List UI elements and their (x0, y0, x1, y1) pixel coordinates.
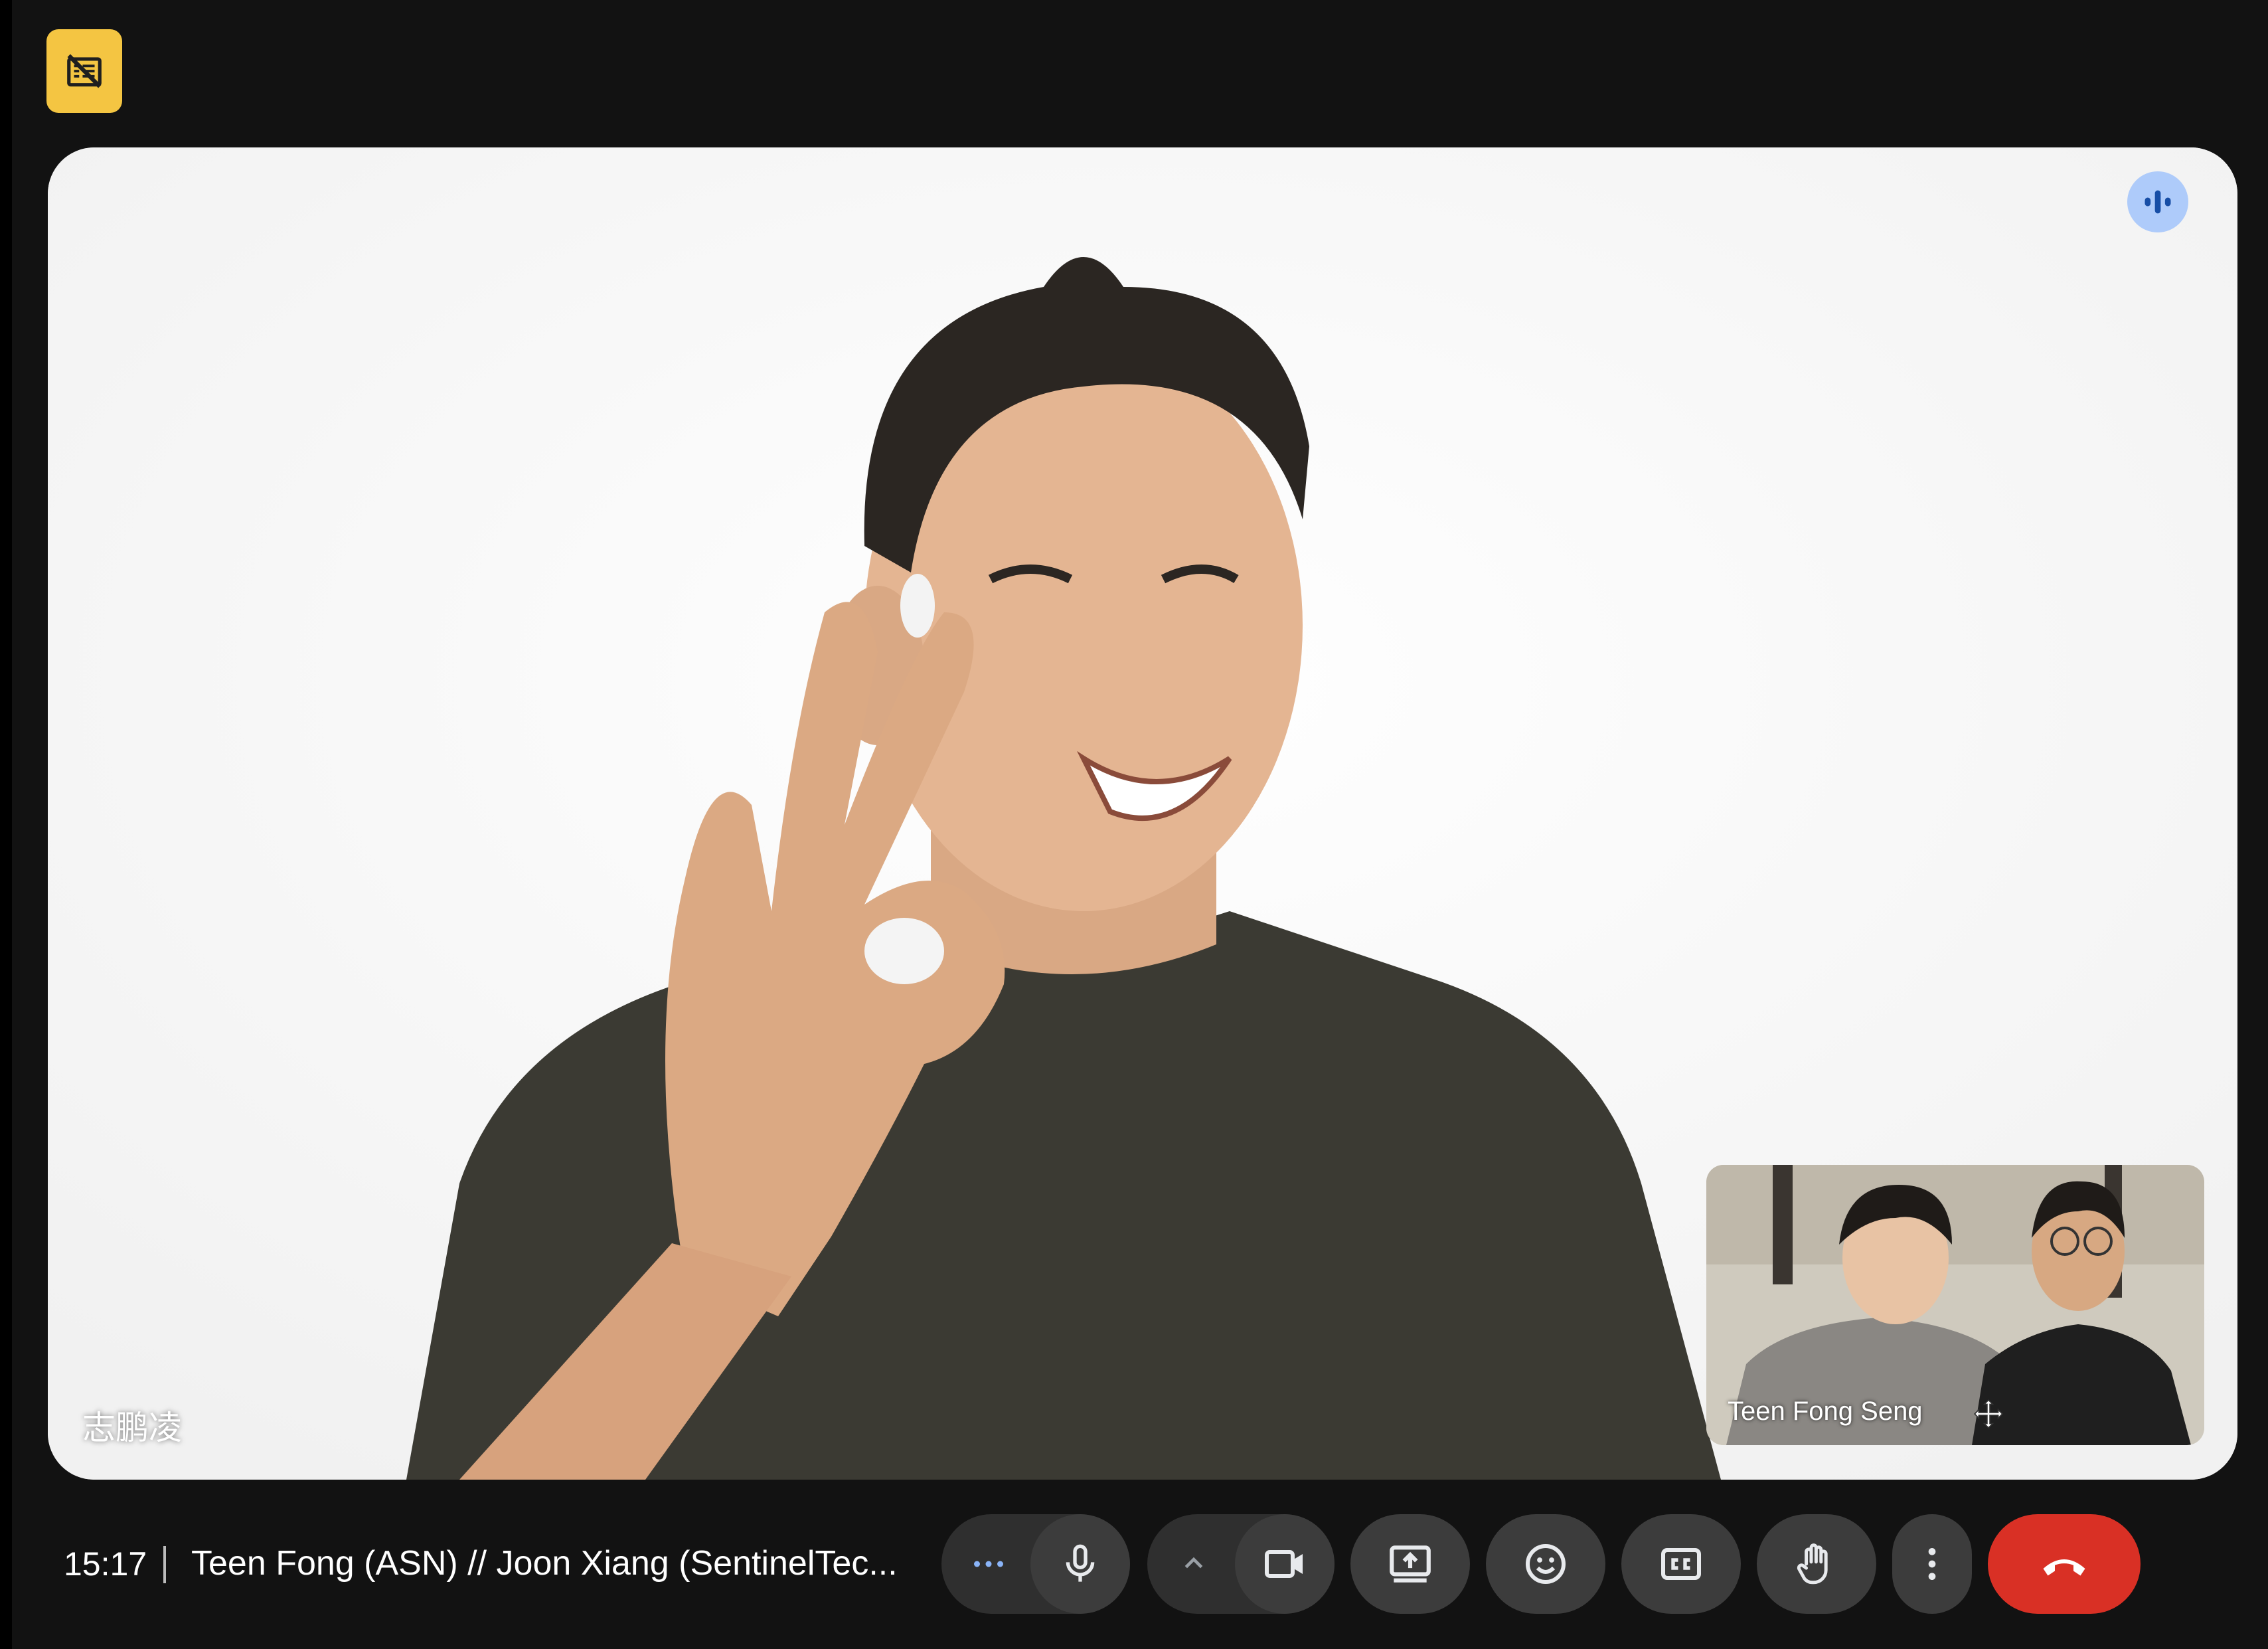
call-controls-bar: 15:17 Teen Fong (ASN) // Joon Xiang (Sen… (0, 1480, 2268, 1649)
meeting-title: Teen Fong (ASN) // Joon Xiang (SentinelT… (191, 1544, 898, 1583)
vertical-dots-icon (1928, 1548, 1936, 1580)
camera-button[interactable] (1235, 1514, 1335, 1614)
emoji-icon (1526, 1544, 1566, 1584)
end-call-icon (2043, 1559, 2085, 1576)
self-view-tile[interactable]: Teen Fong Seng (1706, 1165, 2204, 1445)
captions-button[interactable] (1621, 1514, 1741, 1614)
video-camera-icon (1265, 1550, 1303, 1578)
mic-icon (1066, 1544, 1095, 1582)
leave-call-button[interactable] (1988, 1514, 2141, 1614)
microphone-button[interactable] (1030, 1514, 1130, 1614)
present-screen-icon (1390, 1545, 1431, 1583)
ellipsis-icon (974, 1561, 1003, 1567)
audio-activity-icon (2145, 190, 2171, 214)
more-options-button[interactable] (1892, 1514, 1972, 1614)
no-recording-icon (67, 54, 102, 88)
present-button[interactable] (1350, 1514, 1470, 1614)
reactions-button[interactable] (1486, 1514, 1605, 1614)
participant-name: 志鹏凌 (82, 1409, 182, 1446)
meeting-time: 15:17 (64, 1545, 147, 1583)
video-controls-group (1147, 1514, 1335, 1614)
closed-captions-icon (1661, 1548, 1701, 1580)
hand-icon (1797, 1543, 1828, 1585)
speaking-indicator (2127, 171, 2188, 232)
audio-controls-group (941, 1514, 1130, 1614)
self-participant-name: Teen Fong Seng (1728, 1397, 1923, 1426)
chevron-up-icon (1184, 1557, 1203, 1569)
video-options-button[interactable] (1147, 1514, 1240, 1614)
window-left-edge (0, 0, 12, 1649)
divider (163, 1546, 166, 1583)
raise-hand-button[interactable] (1757, 1514, 1876, 1614)
more-audio-options-button[interactable] (941, 1514, 1036, 1614)
no-recording-badge[interactable] (46, 29, 122, 113)
move-icon[interactable] (1972, 1397, 2005, 1431)
